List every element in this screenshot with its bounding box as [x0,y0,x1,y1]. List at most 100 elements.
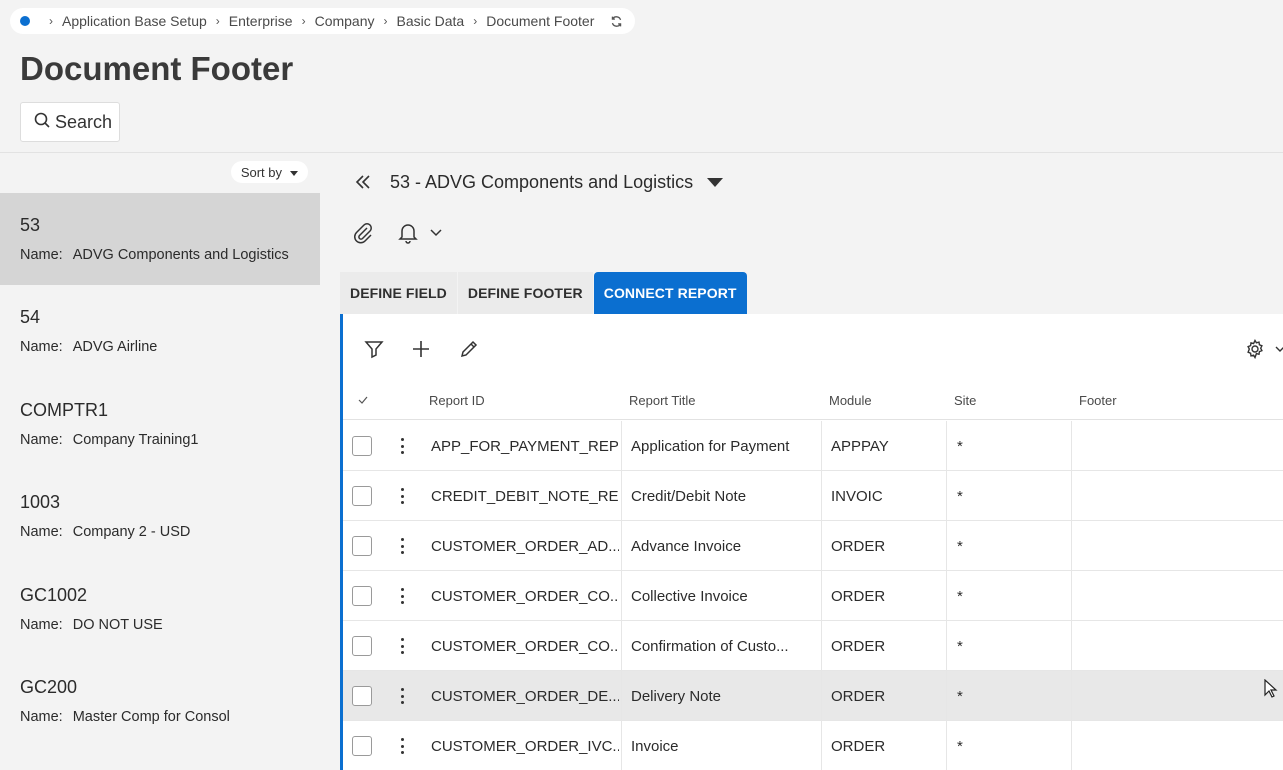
row-checkbox[interactable] [352,636,372,656]
list-item-name-row: Name: ADVG Components and Logistics [20,247,289,263]
cell-report-title: Credit/Debit Note [631,487,747,505]
table-row[interactable]: CUSTOMER_ORDER_AD... Advance Invoice ORD… [343,521,1283,571]
breadcrumb-item-current: Document Footer [486,13,595,29]
cell-report-id: CUSTOMER_ORDER_IVC... [431,737,619,755]
cell-footer [1081,671,1271,721]
name-label: Name: [20,524,63,540]
table-row[interactable]: CUSTOMER_ORDER_IVC... Invoice ORDER * [343,721,1283,770]
select-all-checkmark-icon[interactable] [357,394,369,409]
name-label: Name: [20,432,63,448]
column-header-site[interactable]: Site [954,393,976,408]
list-item[interactable]: GC200 Name: Master Comp for Consol [0,655,320,747]
cell-site: * [957,487,963,505]
row-checkbox[interactable] [352,486,372,506]
grid-header: Report ID Report Title Module Site Foote… [343,384,1283,420]
more-vertical-icon[interactable] [400,638,404,654]
table-row[interactable]: CUSTOMER_ORDER_DE... Delivery Note ORDER… [343,671,1283,721]
breadcrumb-item[interactable]: Company [315,13,375,29]
table-row[interactable]: CREDIT_DEBIT_NOTE_REP Credit/Debit Note … [343,471,1283,521]
cell-report-title: Invoice [631,737,679,755]
more-vertical-icon[interactable] [400,738,404,754]
cell-report-id: CREDIT_DEBIT_NOTE_REP [431,487,619,505]
tab-define-footer[interactable]: DEFINE FOOTER [457,272,593,314]
cell-footer [1081,421,1271,471]
cell-report-id: CUSTOMER_ORDER_CO... [431,587,619,605]
cell-module: INVOIC [831,487,883,505]
cell-site: * [957,637,963,655]
list-item[interactable]: 1003 Name: Company 2 - USD [0,470,320,562]
list-item-name: DO NOT USE [72,617,163,633]
list-item-name: Master Comp for Consol [72,709,230,725]
chevron-down-icon[interactable] [1275,338,1283,360]
more-vertical-icon[interactable] [400,488,404,504]
list-item-name-row: Name: DO NOT USE [20,617,163,633]
name-label: Name: [20,339,63,355]
double-chevron-left-icon [355,175,370,189]
row-checkbox[interactable] [352,586,372,606]
breadcrumb-item[interactable]: Enterprise [229,13,293,29]
more-vertical-icon[interactable] [400,588,404,604]
search-button-label: Search [55,111,113,132]
mouse-pointer-icon [1264,678,1278,704]
list-item[interactable]: COMPTR1 Name: Company Training1 [0,378,320,470]
collapse-list-button[interactable] [352,171,374,193]
list-item[interactable]: GC1002 Name: DO NOT USE [0,563,320,655]
cell-report-title: Collective Invoice [631,587,748,605]
cell-report-title: Application for Payment [631,437,790,455]
bell-icon [398,224,418,244]
table-row[interactable]: APP_FOR_PAYMENT_REP Application for Paym… [343,421,1283,471]
chevron-right-icon: › [301,14,306,28]
name-label: Name: [20,247,63,263]
name-label: Name: [20,709,63,725]
table-row[interactable]: CUSTOMER_ORDER_CO... Confirmation of Cus… [343,621,1283,671]
breadcrumb-item[interactable]: Application Base Setup [62,13,207,29]
list-item[interactable]: 53 Name: ADVG Components and Logistics [0,193,320,285]
chevron-right-icon: › [49,14,53,28]
more-vertical-icon[interactable] [400,688,404,704]
settings-gear-icon[interactable] [1244,338,1266,360]
cell-report-id: CUSTOMER_ORDER_DE... [431,687,619,705]
row-checkbox[interactable] [352,536,372,556]
list-item-name: ADVG Airline [72,339,158,355]
list-item-id: GC1002 [20,585,88,605]
row-checkbox[interactable] [352,686,372,706]
record-list: Sort by 53 Name: ADVG Components and Logi… [0,153,320,770]
record-selector[interactable]: 53 - ADVG Components and Logistics [390,172,724,193]
caret-down-icon [707,178,724,187]
filter-icon[interactable] [363,338,385,360]
edit-pencil-icon[interactable] [458,338,480,360]
cell-footer [1081,571,1271,621]
column-header-module[interactable]: Module [829,393,872,408]
list-item[interactable]: 54 Name: ADVG Airline [0,285,320,377]
column-header-report-id[interactable]: Report ID [429,393,485,408]
list-item-id: 53 [20,215,41,235]
cell-site: * [957,537,963,555]
name-label: Name: [20,617,63,633]
more-vertical-icon[interactable] [400,538,404,554]
more-vertical-icon[interactable] [400,438,404,454]
breadcrumb-item[interactable]: Basic Data [397,13,465,29]
sort-by-button[interactable]: Sort by [230,161,308,183]
cell-footer [1081,471,1271,521]
tab-connect-report[interactable]: CONNECT REPORT [593,272,747,314]
cell-site: * [957,437,963,455]
column-header-footer[interactable]: Footer [1079,393,1117,408]
list-item-name-row: Name: Company Training1 [20,432,198,448]
cell-site: * [957,587,963,605]
list-item-id: COMPTR1 [20,400,109,420]
row-checkbox[interactable] [352,436,372,456]
list-item-id: 54 [20,307,41,327]
table-row[interactable]: CUSTOMER_ORDER_CO... Collective Invoice … [343,571,1283,621]
search-button[interactable]: Search [20,102,120,142]
column-header-report-title[interactable]: Report Title [629,393,695,408]
add-icon[interactable] [410,338,432,360]
tab-define-field[interactable]: DEFINE FIELD [340,272,457,314]
row-checkbox[interactable] [352,736,372,756]
list-item-id: GC200 [20,677,78,697]
record-title: 53 - ADVG Components and Logistics [390,172,694,192]
home-dot-icon[interactable] [20,16,30,26]
refresh-icon[interactable] [610,15,623,28]
notifications-button[interactable] [398,222,442,244]
attachment-button[interactable] [352,222,374,244]
cell-site: * [957,687,963,705]
